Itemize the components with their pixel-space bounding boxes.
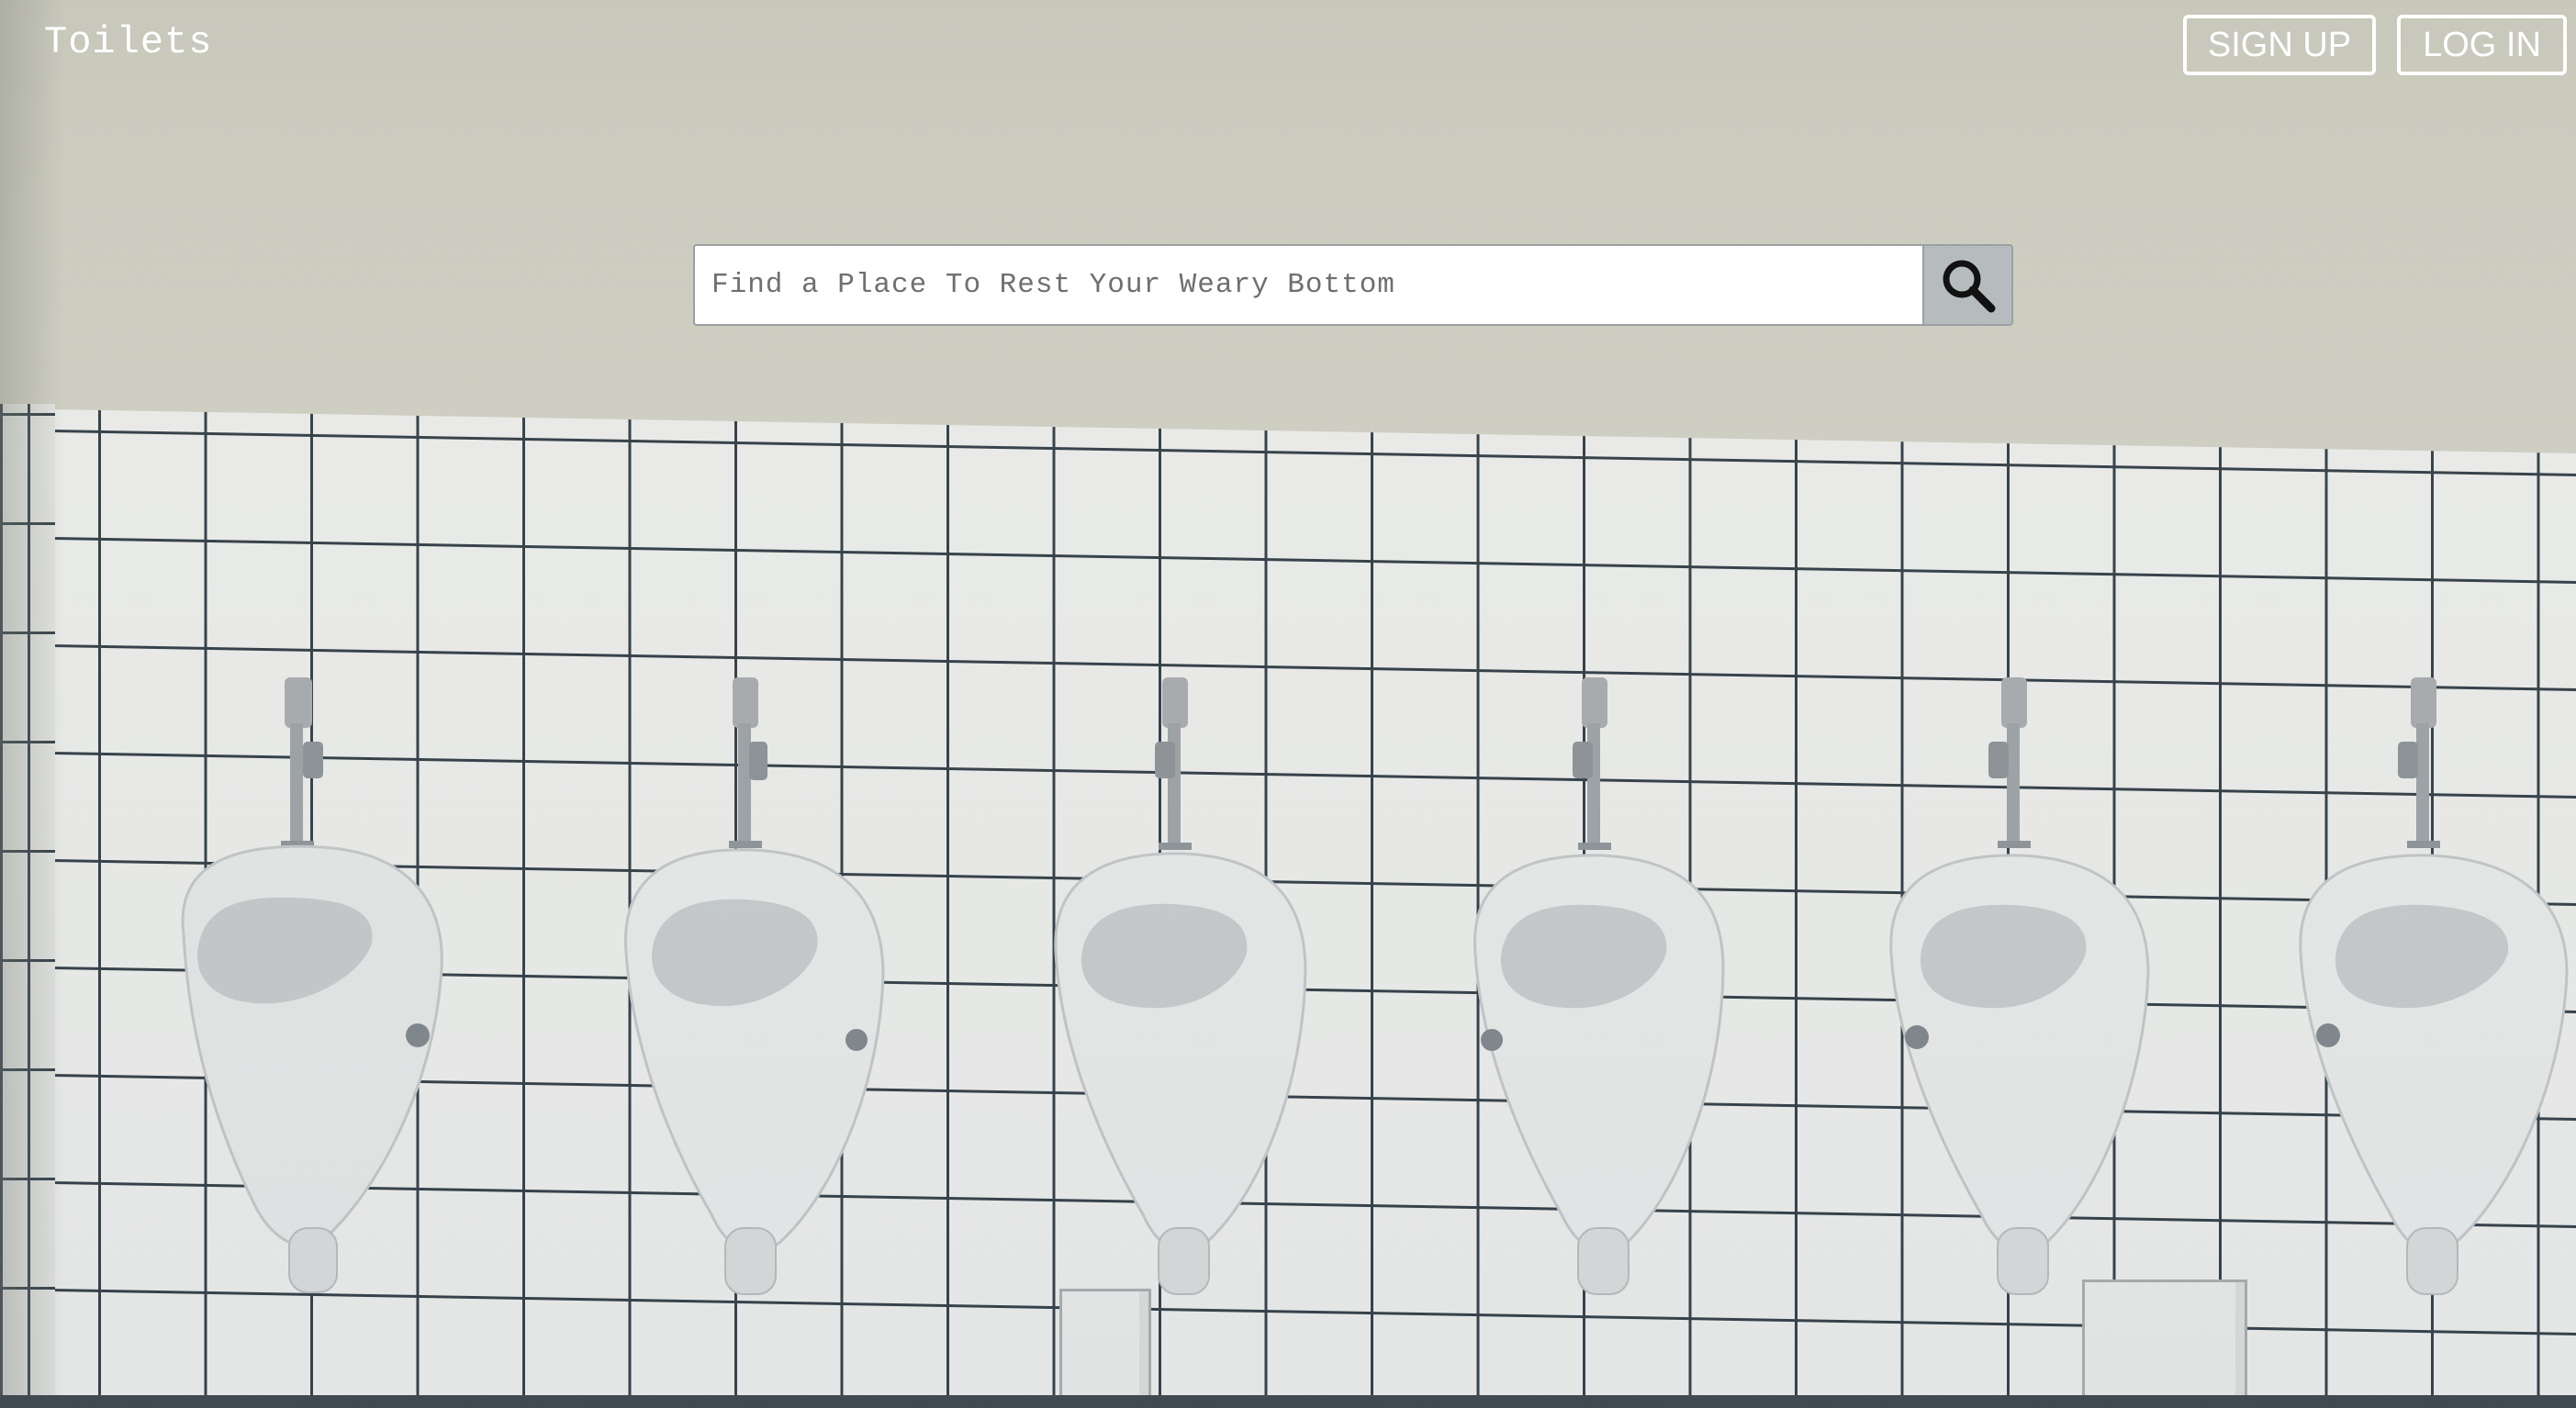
- landing-page: Toilets SIGN UP LOG IN: [0, 0, 2576, 1408]
- log-in-button[interactable]: LOG IN: [2397, 15, 2567, 75]
- search-button[interactable]: [1924, 244, 2013, 326]
- search-icon: [1938, 255, 1999, 316]
- search-bar: [693, 244, 2013, 326]
- photo-tint: [0, 0, 2576, 1408]
- brand-logo[interactable]: Toilets: [44, 20, 212, 64]
- search-input[interactable]: [693, 244, 1924, 326]
- sign-up-button[interactable]: SIGN UP: [2183, 15, 2376, 75]
